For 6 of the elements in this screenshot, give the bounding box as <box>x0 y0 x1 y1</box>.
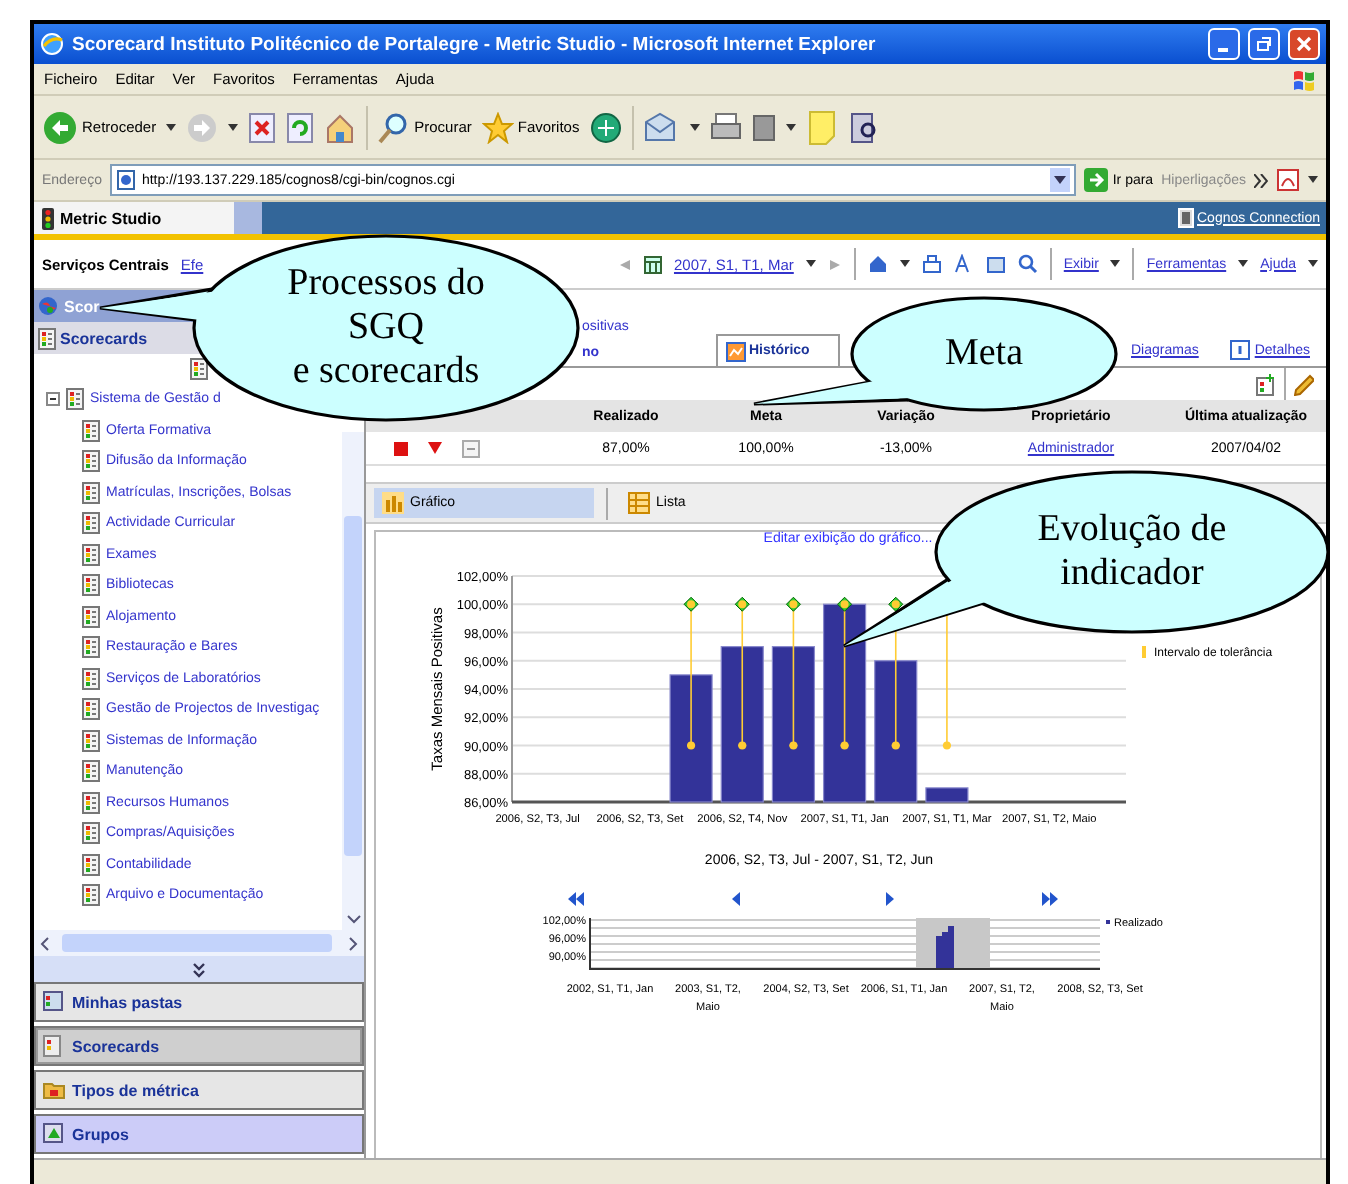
section-title: Scorecards <box>60 329 148 347</box>
callout-text: Evolução de indicador <box>1037 508 1227 596</box>
callout-text: Meta <box>944 332 1024 376</box>
window-title: Scorecard Instituto Politécnico de Portalegre - Metric Studio - Microsoft Internet Explorer <box>72 33 878 55</box>
panel-title: Scor <box>64 297 100 315</box>
callout-text: Processos do SGQ e scorecards <box>287 262 485 394</box>
